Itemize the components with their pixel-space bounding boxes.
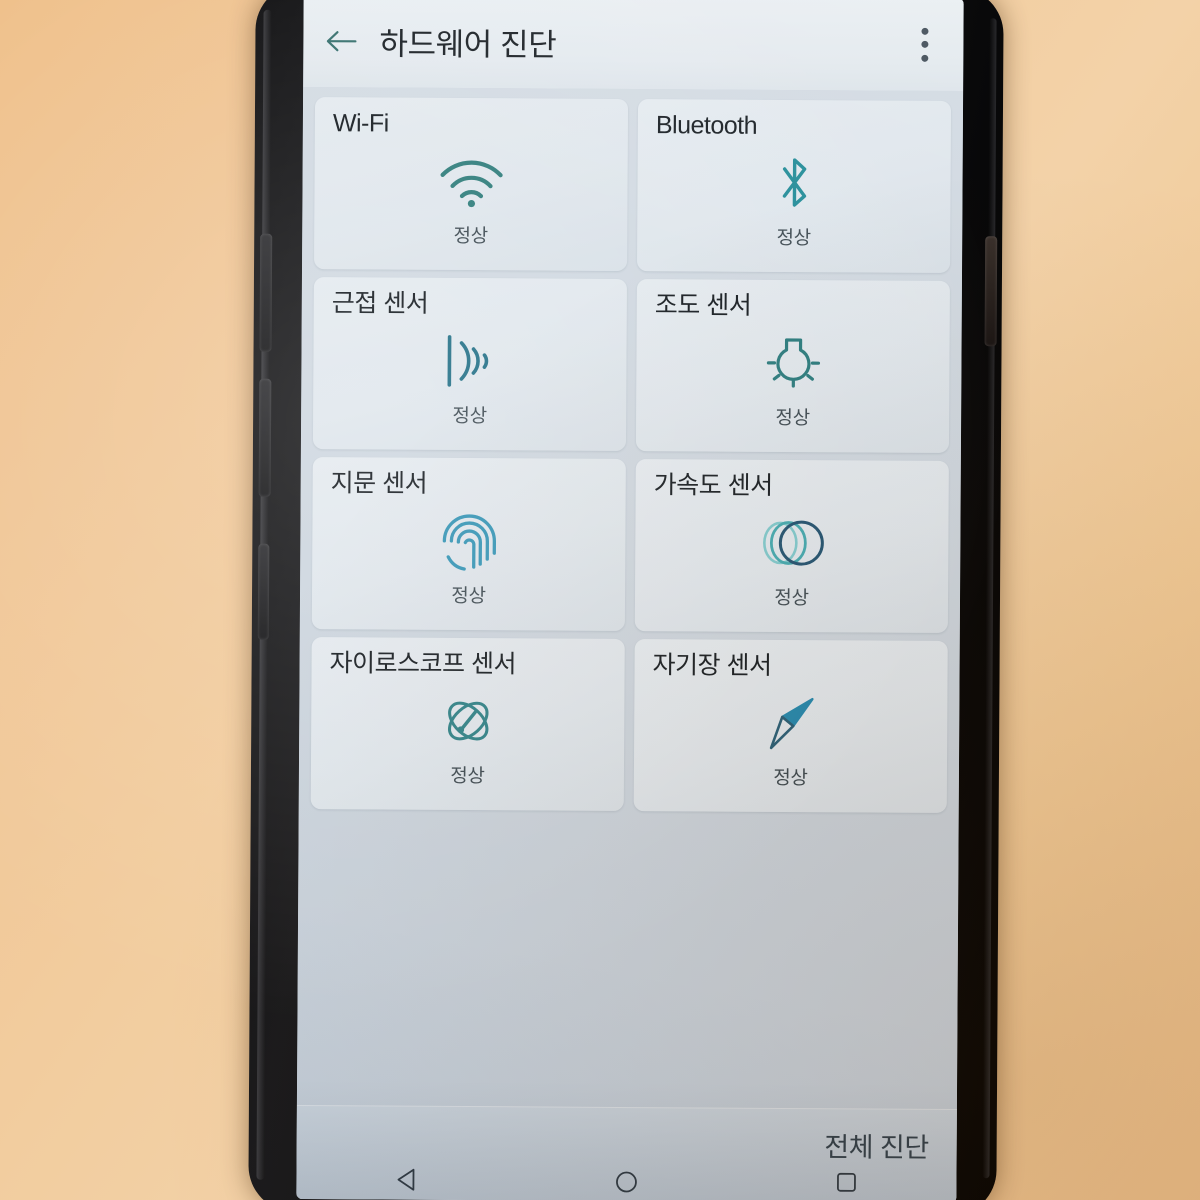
volume-up-button[interactable] — [259, 233, 273, 352]
right-bezel-rail — [982, 18, 997, 1179]
back-arrow-icon — [326, 30, 357, 51]
full-diagnosis-button[interactable]: 전체 진단 — [824, 1125, 929, 1165]
phone-device: 하드웨어 진단 Wi-Fi 정상 Bluetooth 정상 근접 센서 정상 조… — [248, 0, 1004, 1200]
app-bar: 하드웨어 진단 — [303, 0, 964, 92]
wifi-icon — [314, 149, 627, 213]
nav-overview-button[interactable] — [818, 1168, 874, 1200]
card-title: Wi-Fi — [332, 109, 389, 138]
diagnostic-card-proximity[interactable]: 근접 센서 정상 — [312, 277, 627, 451]
bixby-button[interactable] — [257, 543, 270, 640]
diagnostic-card-magnetometer[interactable]: 자기장 센서 정상 — [633, 639, 948, 813]
card-status: 정상 — [774, 587, 809, 610]
fingerprint-icon — [312, 509, 625, 573]
card-title: 자기장 센서 — [652, 651, 772, 680]
diagnostic-card-wifi[interactable]: Wi-Fi 정상 — [314, 97, 629, 272]
home-circle-icon — [616, 1171, 637, 1193]
diagnostic-card-accelerometer[interactable]: 가속도 센서 정상 — [634, 459, 949, 633]
volume-down-button[interactable] — [258, 378, 272, 497]
card-status: 정상 — [453, 225, 488, 248]
card-title: 조도 센서 — [654, 291, 752, 320]
nav-home-button[interactable] — [598, 1167, 654, 1200]
back-button[interactable] — [321, 21, 361, 61]
card-status: 정상 — [450, 765, 485, 788]
phone-screen: 하드웨어 진단 Wi-Fi 정상 Bluetooth 정상 근접 센서 정상 조… — [296, 0, 964, 1200]
diagnostic-card-fingerprint[interactable]: 지문 센서 정상 — [311, 457, 626, 631]
bluetooth-icon — [637, 151, 950, 215]
accelerometer-icon — [635, 511, 948, 575]
more-vertical-icon-dot — [920, 27, 929, 35]
card-status: 정상 — [452, 405, 487, 428]
power-button[interactable] — [984, 236, 998, 347]
card-title: 자이로스코프 센서 — [329, 649, 517, 679]
proximity-sensor-icon — [313, 329, 626, 393]
card-title: Bluetooth — [655, 111, 758, 140]
page-title: 하드웨어 진단 — [379, 26, 557, 63]
diagnostic-card-light[interactable]: 조도 센서 정상 — [635, 279, 950, 453]
more-vertical-icon-dot — [920, 40, 928, 48]
magnetometer-compass-icon — [634, 691, 947, 755]
card-title: 지문 센서 — [330, 469, 428, 498]
card-status: 정상 — [773, 767, 808, 790]
card-title: 가속도 센서 — [653, 471, 773, 500]
photograph-of-phone: 하드웨어 진단 Wi-Fi 정상 Bluetooth 정상 근접 센서 정상 조… — [0, 0, 1200, 1200]
nav-recents-button[interactable] — [378, 1165, 434, 1199]
card-status: 정상 — [775, 407, 810, 430]
overflow-menu-button[interactable] — [911, 27, 937, 62]
card-status: 정상 — [776, 227, 811, 250]
nav-back-triangle-icon — [397, 1168, 415, 1191]
diagnostic-card-bluetooth[interactable]: Bluetooth 정상 — [637, 99, 952, 273]
gyroscope-icon — [311, 689, 624, 753]
card-status: 정상 — [451, 585, 486, 608]
light-sensor-icon — [636, 331, 949, 395]
diagnostic-card-gyroscope[interactable]: 자이로스코프 센서 정상 — [310, 637, 625, 811]
system-navigation-bar — [296, 1159, 956, 1200]
diagnostics-grid: Wi-Fi 정상 Bluetooth 정상 근접 센서 정상 조도 센서 정상 … — [310, 97, 952, 813]
bottom-action-bar: 전체 진단 — [296, 1104, 957, 1200]
more-vertical-icon-dot — [920, 54, 928, 62]
diagnostics-content: Wi-Fi 정상 Bluetooth 정상 근접 센서 정상 조도 센서 정상 … — [296, 87, 964, 1200]
recents-square-icon — [837, 1172, 856, 1192]
card-title: 근접 센서 — [331, 289, 429, 318]
